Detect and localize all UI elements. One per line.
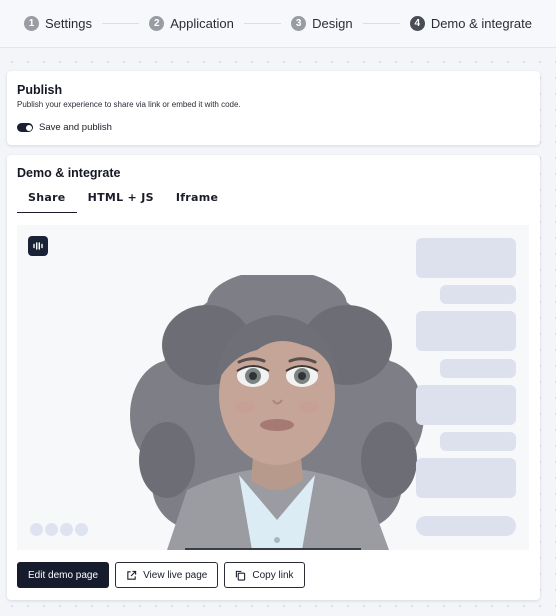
external-link-icon: [126, 570, 137, 581]
step-demo-integrate[interactable]: 4 Demo & integrate: [409, 16, 532, 31]
save-publish-label: Save and publish: [39, 122, 112, 133]
step-application[interactable]: 2 Application: [149, 16, 234, 31]
step-connector: [243, 23, 282, 24]
step-number: 4: [409, 16, 425, 31]
typing-dot: [30, 523, 43, 536]
publish-description: Publish your experience to share via lin…: [17, 100, 241, 109]
step-label: Settings: [45, 16, 92, 31]
typing-indicator: [30, 523, 88, 536]
stepper: 1 Settings 2 Application 3 Design 4 Demo…: [0, 0, 556, 48]
chat-bubble: [416, 385, 516, 425]
edit-demo-page-label: Edit demo page: [28, 569, 99, 581]
publish-card: Publish Publish your experience to share…: [7, 71, 540, 145]
step-number: 3: [291, 16, 307, 31]
step-design[interactable]: 3 Design: [291, 16, 353, 31]
save-publish-row: Save and publish: [17, 122, 530, 133]
chat-input-bubble: [416, 516, 516, 536]
step-label: Design: [312, 16, 353, 31]
demo-integrate-card: Demo & integrate Share HTML + JS Iframe: [7, 155, 540, 600]
copy-icon: [235, 570, 246, 581]
typing-dot: [75, 523, 88, 536]
edit-demo-page-button[interactable]: Edit demo page: [17, 562, 110, 588]
step-number: 2: [149, 16, 165, 31]
step-number: 1: [24, 16, 39, 31]
typing-dot: [45, 523, 58, 536]
tab-share[interactable]: Share: [17, 189, 77, 213]
publish-title: Publish: [17, 83, 63, 97]
integration-tabs: Share HTML + JS Iframe: [17, 189, 530, 213]
chat-bubble: [440, 432, 516, 451]
step-settings[interactable]: 1 Settings: [24, 16, 92, 31]
tab-iframe[interactable]: Iframe: [165, 189, 229, 213]
chat-bubble: [440, 285, 516, 304]
avatar: [127, 270, 427, 550]
waveform-logo-icon[interactable]: [28, 236, 48, 256]
step-connector: [362, 23, 400, 24]
step-connector: [101, 23, 140, 24]
demo-actions: Edit demo page View live page Copy link: [17, 562, 305, 588]
chat-bubble: [416, 238, 516, 278]
view-live-page-button[interactable]: View live page: [115, 562, 219, 588]
copy-link-button[interactable]: Copy link: [224, 562, 305, 588]
chat-bubble: [416, 458, 516, 498]
typing-dot: [60, 523, 73, 536]
step-label: Demo & integrate: [430, 16, 532, 31]
save-publish-toggle[interactable]: [17, 123, 33, 132]
chat-bubble: [416, 311, 516, 351]
avatar-baseline: [185, 548, 361, 550]
tab-html-js[interactable]: HTML + JS: [77, 189, 165, 213]
chat-bubble: [440, 359, 516, 378]
demo-preview: [17, 225, 529, 550]
step-label: Application: [170, 16, 234, 31]
view-live-page-label: View live page: [143, 569, 208, 581]
copy-link-label: Copy link: [252, 569, 294, 581]
demo-title: Demo & integrate: [17, 166, 121, 180]
